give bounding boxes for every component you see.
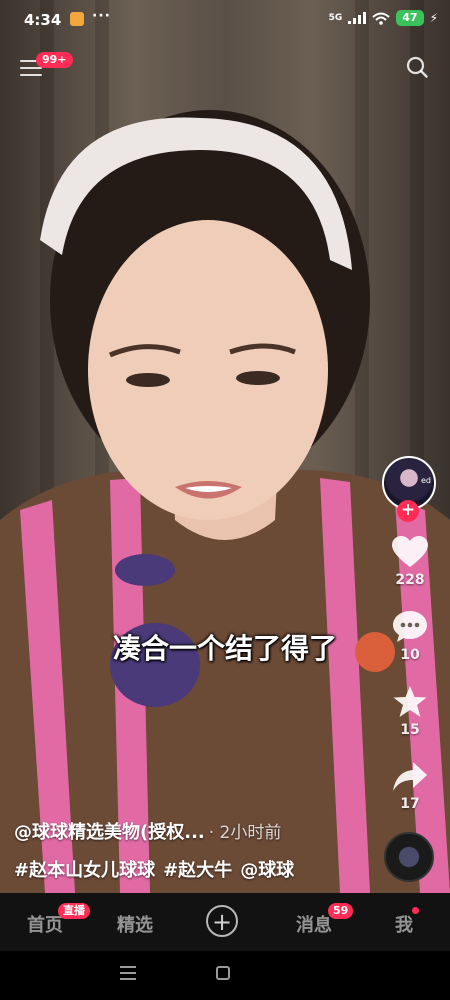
signal-icon	[348, 12, 367, 24]
author-name[interactable]: @球球精选美物(授权...	[14, 822, 205, 843]
video-player[interactable]	[0, 0, 450, 893]
status-more-indicator: ···	[92, 8, 111, 24]
system-nav-bar	[0, 951, 450, 1000]
post-time: · 2小时前	[208, 823, 282, 843]
follow-button[interactable]: +	[397, 500, 419, 522]
video-subtitle: 凑合一个结了得了	[112, 632, 337, 665]
star-icon	[393, 686, 427, 717]
me-notification-dot	[412, 907, 419, 914]
hashtag-line: #赵本山女儿球球 #赵大牛 @球球	[14, 856, 302, 882]
status-time: 4:34	[24, 11, 62, 29]
status-bar: 4:34 ··· 5G 47 ⚡	[0, 0, 450, 40]
nav-featured[interactable]: 精选	[117, 911, 153, 937]
share-button[interactable]: 17	[370, 762, 450, 812]
hashtag-link[interactable]: #赵大牛	[163, 860, 232, 881]
favorite-count: 15	[400, 722, 420, 738]
network-type: 5G	[328, 12, 343, 23]
battery-indicator: 47	[396, 10, 424, 26]
video-frame-person	[0, 110, 450, 893]
create-button[interactable]: +	[206, 905, 238, 937]
search-icon[interactable]	[406, 56, 428, 78]
author-line: @球球精选美物(授权... · 2小时前	[14, 818, 281, 844]
mention-link[interactable]: @球球	[240, 860, 294, 881]
bottom-nav: 首页 直播 精选 + 消息 59 我	[0, 893, 450, 951]
home-icon[interactable]	[216, 966, 230, 980]
recent-apps-icon[interactable]	[120, 966, 136, 984]
status-right-group: 5G 47 ⚡	[329, 10, 438, 26]
music-disc-icon[interactable]	[384, 832, 434, 882]
share-count: 17	[400, 796, 420, 812]
heart-icon	[392, 536, 428, 567]
charging-icon: ⚡	[429, 11, 438, 25]
like-count: 228	[395, 572, 425, 588]
notification-icon	[70, 12, 84, 26]
nav-messages[interactable]: 消息	[296, 911, 332, 937]
wifi-icon	[372, 12, 390, 25]
favorite-button[interactable]: 15	[370, 686, 450, 738]
nav-me[interactable]: 我	[395, 911, 413, 937]
nav-home[interactable]: 首页	[27, 911, 63, 937]
menu-badge: 99+	[36, 52, 73, 68]
hashtag-link[interactable]: #赵本山女儿球球	[14, 860, 155, 881]
share-icon	[393, 762, 427, 791]
messages-badge: 59	[328, 903, 354, 919]
like-button[interactable]: 228	[370, 536, 450, 588]
avatar-tag: ed	[421, 476, 431, 485]
live-badge: 直播	[58, 903, 90, 919]
